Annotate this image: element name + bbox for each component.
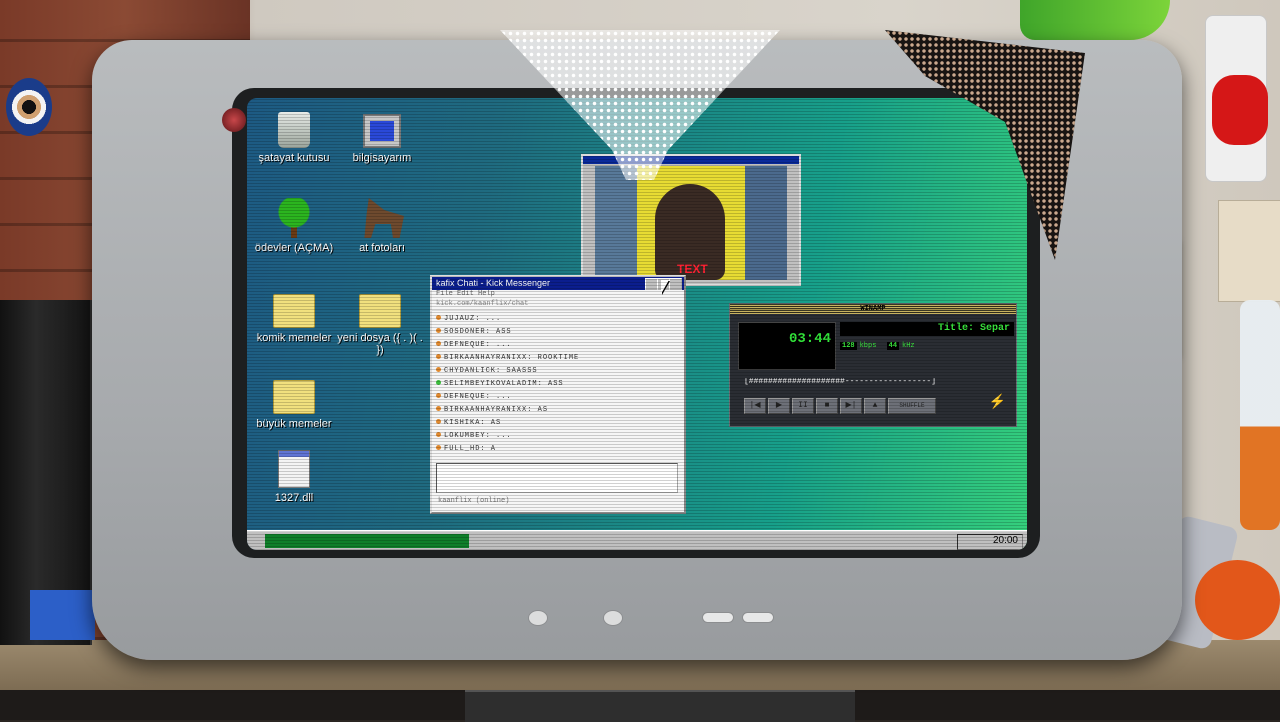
tv-volume-button[interactable] bbox=[742, 612, 774, 623]
folder-icon bbox=[273, 294, 315, 328]
shuffle-button[interactable]: SHUFFLE bbox=[888, 398, 936, 414]
chat-message: LOKUMBEY: ... bbox=[436, 430, 680, 443]
chat-message: SELIMBEYIKOVALADIM: ASS bbox=[436, 378, 680, 391]
chat-compose-input[interactable] bbox=[436, 463, 678, 493]
pause-button[interactable]: II bbox=[792, 398, 814, 414]
winamp-display: 03:44 bbox=[738, 322, 836, 370]
desktop-icon-label: büyük memeler bbox=[256, 418, 332, 430]
red-cup bbox=[1212, 75, 1268, 145]
computer-icon bbox=[363, 114, 401, 148]
chat-url: kick.com/kaanflix/chat bbox=[432, 300, 684, 311]
user-badge-icon bbox=[436, 380, 441, 385]
desktop-icon-label: şatayat kutusu bbox=[258, 152, 330, 164]
mouse-cursor-icon bbox=[661, 280, 669, 294]
close-icon[interactable] bbox=[669, 278, 682, 290]
chat-window-title: kafix Chati - Kick Messenger bbox=[436, 278, 551, 288]
desktop-icon-new-folder[interactable]: yeni dosya ({ . )( . }) bbox=[337, 294, 423, 356]
user-badge-icon bbox=[436, 341, 441, 346]
tv-button[interactable] bbox=[603, 610, 623, 626]
chat-message: FULL_HD: A bbox=[436, 443, 680, 456]
folder-icon bbox=[273, 380, 315, 414]
user-badge-icon bbox=[436, 393, 441, 398]
chat-window[interactable]: kafix Chati - Kick Messenger File Edit H… bbox=[430, 275, 686, 514]
light-switch bbox=[1218, 200, 1280, 302]
evil-eye-charm-icon bbox=[6, 78, 52, 136]
winamp-time: 03:44 bbox=[789, 331, 832, 347]
play-button[interactable]: ▶ bbox=[768, 398, 790, 414]
chat-message: JUJAUZ: ... bbox=[436, 313, 680, 326]
chat-message: DEFNEQUE: ... bbox=[436, 339, 680, 352]
winamp-titlebar[interactable]: WINAMP bbox=[730, 304, 1016, 314]
user-badge-icon bbox=[436, 354, 441, 359]
desktop-icon-homework[interactable]: ödevler (AÇMA) bbox=[251, 198, 337, 254]
chat-message: CHYDANLICK: SAASSS bbox=[436, 365, 680, 378]
orange-peel bbox=[1195, 560, 1280, 640]
desktop-icon-horse-photos[interactable]: at fotoları bbox=[339, 198, 425, 254]
stop-button[interactable]: ■ bbox=[816, 398, 838, 414]
chat-message: KISHIKA: AS bbox=[436, 417, 680, 430]
desktop-icon-label: ödevler (AÇMA) bbox=[254, 242, 334, 254]
winamp-meta: 128 kbps 44 kHz bbox=[840, 342, 915, 350]
tv-power-button[interactable] bbox=[528, 610, 548, 626]
bottle bbox=[1240, 300, 1280, 530]
user-badge-icon bbox=[436, 367, 441, 372]
user-badge-icon bbox=[436, 445, 441, 450]
desktop-icon-label: bilgisayarım bbox=[352, 152, 412, 164]
video-caption: TEXT bbox=[677, 262, 708, 276]
chat-status: kaanflix (online) bbox=[438, 497, 510, 505]
start-button[interactable] bbox=[265, 534, 469, 548]
recycle-bin-icon bbox=[278, 112, 310, 148]
desktop-icon-label: at fotoları bbox=[359, 242, 405, 254]
video-frame: TEXT bbox=[595, 166, 787, 280]
dll-file-icon bbox=[278, 450, 310, 488]
winamp-track-title: Title: Separ bbox=[840, 322, 1014, 336]
desktop-icon-recycle-bin[interactable]: şatayat kutusu bbox=[251, 112, 337, 164]
desktop-icon-my-computer[interactable]: bilgisayarım bbox=[339, 114, 425, 164]
winamp-khz: 44 bbox=[886, 342, 900, 350]
eject-button[interactable]: ▲ bbox=[864, 398, 886, 414]
chat-message: SOSDONER: ASS bbox=[436, 326, 680, 339]
horse-icon bbox=[364, 198, 404, 238]
vcr-device bbox=[465, 690, 855, 722]
chat-menu-bar[interactable]: File Edit Help bbox=[432, 290, 684, 300]
desktop-icon-big-memes[interactable]: büyük memeler bbox=[251, 380, 337, 430]
folder-icon bbox=[359, 294, 401, 328]
tree-icon bbox=[274, 198, 314, 238]
user-badge-icon bbox=[436, 432, 441, 437]
console-stand bbox=[30, 590, 95, 640]
chat-message-list: JUJAUZ: ... SOSDONER: ASS DEFNEQUE: ... … bbox=[432, 311, 684, 458]
parrot bbox=[1020, 0, 1170, 40]
desktop-icon-funny-memes[interactable]: komik memeler bbox=[251, 294, 337, 344]
chat-window-titlebar[interactable]: kafix Chati - Kick Messenger bbox=[432, 277, 684, 290]
desktop-icon-label: komik memeler bbox=[256, 332, 332, 344]
previous-button[interactable]: |◀ bbox=[744, 398, 766, 414]
chat-message: BIRKAANHAYRANIXX: AS bbox=[436, 404, 680, 417]
user-badge-icon bbox=[436, 315, 441, 320]
desktop-icon-label: yeni dosya ({ . )( . }) bbox=[337, 332, 423, 356]
winamp-player[interactable]: WINAMP 03:44 Title: Separ 128 kbps 44 kHz … bbox=[729, 303, 1017, 427]
user-badge-icon bbox=[436, 406, 441, 411]
video-window[interactable]: TEXT bbox=[581, 154, 801, 286]
desktop-icon-label: 1327.dll bbox=[274, 492, 314, 504]
chat-message: BIRKAANHAYRANIXX: ROOKTIME bbox=[436, 352, 680, 365]
winamp-controls: |◀ ▶ II ■ ▶| ▲ SHUFFLE bbox=[744, 394, 938, 414]
winamp-seek-bar[interactable]: [####################------------------] bbox=[744, 378, 1006, 386]
desktop-icon-dll-file[interactable]: 1327.dll bbox=[251, 450, 337, 504]
chat-message: DEFNEQUE: ... bbox=[436, 391, 680, 404]
tv-channel-button[interactable] bbox=[702, 612, 734, 623]
next-button[interactable]: ▶| bbox=[840, 398, 862, 414]
taskbar: 20:00 bbox=[247, 530, 1027, 550]
user-badge-icon bbox=[436, 419, 441, 424]
user-badge-icon bbox=[436, 328, 441, 333]
lightning-icon: ⚡ bbox=[988, 395, 1006, 411]
tv-indicator-light bbox=[222, 108, 246, 132]
taskbar-clock: 20:00 bbox=[957, 534, 1023, 550]
winamp-kbps: 128 bbox=[840, 342, 857, 350]
